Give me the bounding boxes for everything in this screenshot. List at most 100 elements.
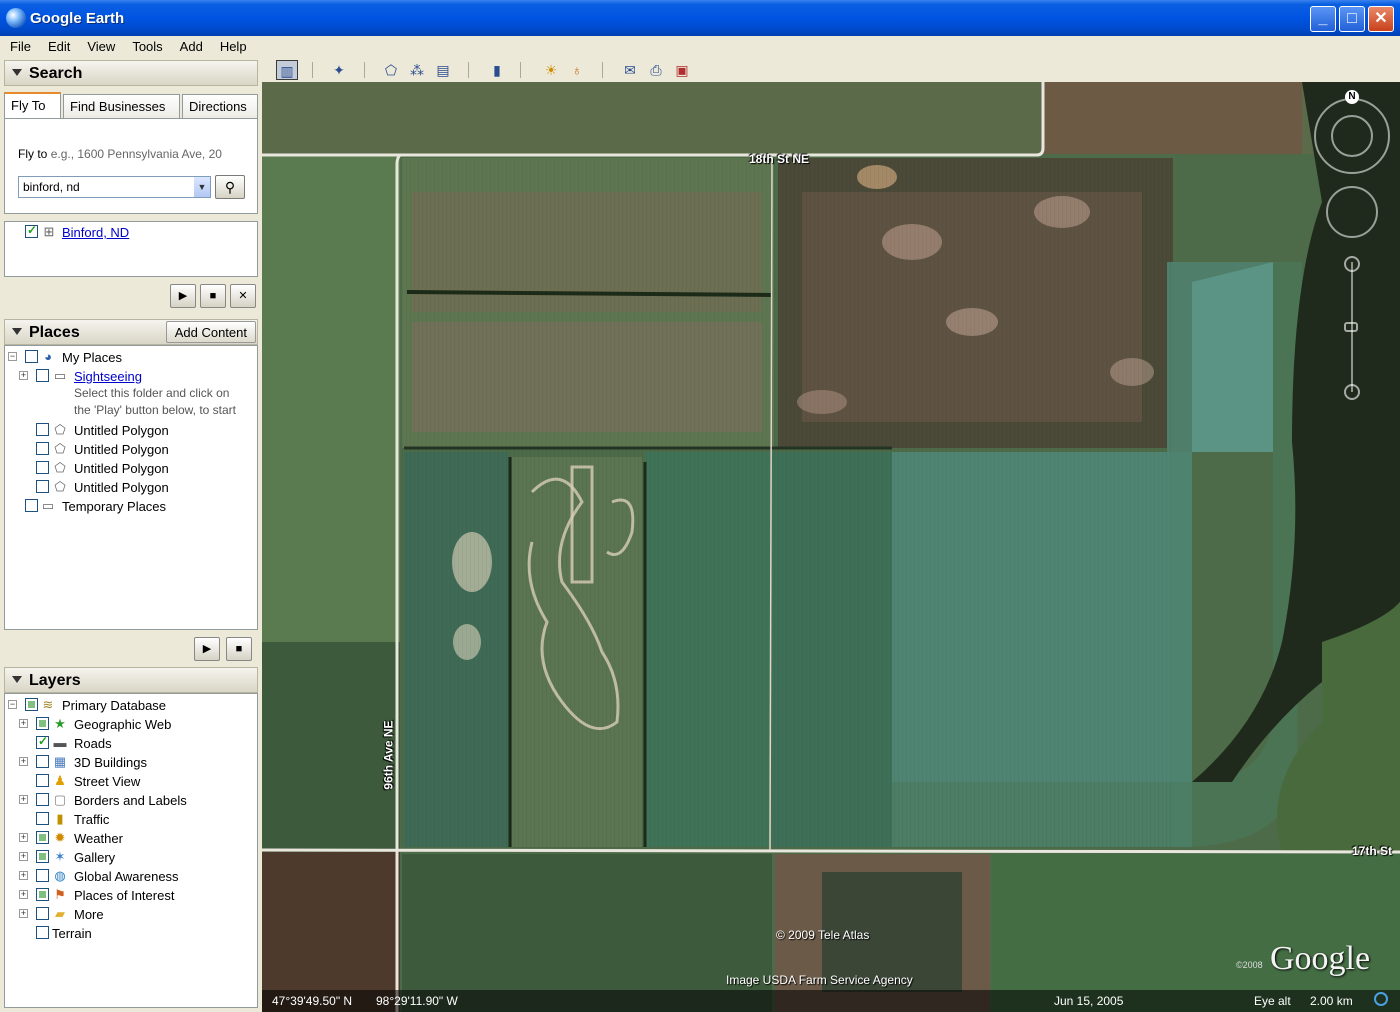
sightseeing-link[interactable]: Sightseeing xyxy=(74,369,142,384)
temporary-places-checkbox[interactable] xyxy=(25,499,38,512)
search-button[interactable]: ⚲ xyxy=(215,175,245,199)
polygon-checkbox[interactable] xyxy=(36,423,49,436)
layer-item-global-awareness[interactable]: + ◍ Global Awareness xyxy=(5,867,255,886)
print-icon[interactable]: ⎙ xyxy=(645,60,667,80)
menu-view[interactable]: View xyxy=(77,36,122,54)
search-result-item[interactable]: ⊞ Binford, ND xyxy=(5,223,255,242)
menu-add[interactable]: Add xyxy=(170,36,210,54)
tab-fly-to[interactable]: Fly To xyxy=(4,92,61,119)
expand-icon[interactable]: + xyxy=(19,871,28,880)
tree-item-my-places[interactable]: − ◕ My Places xyxy=(5,348,255,367)
sunlight-icon[interactable]: ☀ xyxy=(540,60,562,80)
maximize-button[interactable]: □ xyxy=(1339,6,1365,32)
tree-item-sightseeing[interactable]: + ▭ Sightseeing xyxy=(5,367,255,386)
tree-item-polygon[interactable]: ⬠ Untitled Polygon xyxy=(5,440,255,459)
image-overlay-icon[interactable]: ▤ xyxy=(432,60,454,80)
menu-help[interactable]: Help xyxy=(210,36,254,54)
planet-icon[interactable]: ♁ xyxy=(566,60,588,80)
clear-icon[interactable]: ✕ xyxy=(230,284,256,308)
layer-item-roads[interactable]: ▬ Roads xyxy=(5,734,255,753)
expand-icon[interactable]: + xyxy=(19,757,28,766)
tab-find-businesses[interactable]: Find Businesses xyxy=(63,94,180,118)
polygon-checkbox[interactable] xyxy=(36,461,49,474)
layer-item-street-view[interactable]: ♟ Street View xyxy=(5,772,255,791)
north-indicator[interactable]: N xyxy=(1345,90,1359,104)
expand-icon[interactable]: + xyxy=(19,719,28,728)
minimize-button[interactable]: _ xyxy=(1310,6,1336,32)
layer-item-traffic[interactable]: ▮ Traffic xyxy=(5,810,255,829)
expand-icon[interactable]: + xyxy=(19,890,28,899)
sun-icon: ✹ xyxy=(54,830,66,845)
layer-item-geographic-web[interactable]: + ★ Geographic Web xyxy=(5,715,255,734)
layer-item-weather[interactable]: + ✹ Weather xyxy=(5,829,255,848)
stop-icon[interactable]: ■ xyxy=(200,284,226,308)
layer-checkbox[interactable] xyxy=(36,869,49,882)
add-path-icon[interactable]: ⁂ xyxy=(406,60,428,80)
ruler-icon[interactable]: ▮ xyxy=(486,60,508,80)
polygon-checkbox[interactable] xyxy=(36,442,49,455)
expand-icon[interactable]: + xyxy=(19,852,28,861)
collapse-icon[interactable]: − xyxy=(8,700,17,709)
result-checkbox[interactable] xyxy=(25,223,38,238)
menu-file[interactable]: File xyxy=(0,36,38,54)
chevron-down-icon[interactable]: ▼ xyxy=(194,177,210,197)
tree-item-polygon[interactable]: ⬠ Untitled Polygon xyxy=(5,421,255,440)
add-placemark-icon[interactable]: ✦ xyxy=(328,60,350,80)
expand-icon[interactable]: + xyxy=(19,909,28,918)
layer-item-places-of-interest[interactable]: + ⚑ Places of Interest xyxy=(5,886,255,905)
terrain-checkbox[interactable] xyxy=(36,926,49,939)
sightseeing-checkbox[interactable] xyxy=(36,369,49,382)
layer-checkbox[interactable] xyxy=(36,755,49,768)
google-maps-icon[interactable]: ▣ xyxy=(671,60,693,80)
tree-item-polygon[interactable]: ⬠ Untitled Polygon xyxy=(5,478,255,497)
search-panel-header[interactable]: Search xyxy=(4,60,258,86)
layer-checkbox[interactable] xyxy=(36,774,49,787)
layer-checkbox[interactable] xyxy=(36,831,49,844)
tree-item-terrain[interactable]: Terrain xyxy=(5,924,255,943)
zoom-in-icon[interactable] xyxy=(1344,256,1360,272)
map-view[interactable]: 18th St NE 96th Ave NE 17th St © 2009 Te… xyxy=(262,82,1400,1012)
menu-tools[interactable]: Tools xyxy=(122,36,169,54)
primary-database-checkbox[interactable] xyxy=(25,698,38,711)
places-panel-header[interactable]: Places Add Content xyxy=(4,319,258,345)
close-button[interactable]: ✕ xyxy=(1368,6,1394,32)
layer-checkbox[interactable] xyxy=(36,793,49,806)
layer-checkbox[interactable] xyxy=(36,717,49,730)
layer-checkbox[interactable] xyxy=(36,734,49,749)
play-icon[interactable]: ▶ xyxy=(194,637,220,661)
result-link[interactable]: Binford, ND xyxy=(62,225,129,240)
menu-edit[interactable]: Edit xyxy=(38,36,77,54)
layer-checkbox[interactable] xyxy=(36,907,49,920)
expand-icon[interactable]: + xyxy=(19,371,28,380)
tree-item-primary-database[interactable]: − ≋ Primary Database xyxy=(5,696,255,715)
layer-item-3d-buildings[interactable]: + ▦ 3D Buildings xyxy=(5,753,255,772)
move-joystick[interactable] xyxy=(1326,186,1378,238)
fly-to-input[interactable]: binford, nd ▼ xyxy=(18,176,211,198)
stop-icon[interactable]: ■ xyxy=(226,637,252,661)
add-content-button[interactable]: Add Content xyxy=(165,321,256,343)
polygon-checkbox[interactable] xyxy=(36,480,49,493)
expand-icon[interactable]: + xyxy=(19,795,28,804)
tree-item-temporary-places[interactable]: ▭ Temporary Places xyxy=(5,497,255,516)
layer-item-gallery[interactable]: + ✶ Gallery xyxy=(5,848,255,867)
collapse-triangle-icon xyxy=(12,676,22,683)
sidebar-toggle-icon[interactable]: ▥ xyxy=(276,60,298,80)
email-icon[interactable]: ✉ xyxy=(619,60,641,80)
border-icon: ▢ xyxy=(53,792,67,807)
layer-checkbox[interactable] xyxy=(36,812,49,825)
look-joystick[interactable] xyxy=(1331,115,1373,157)
tab-directions[interactable]: Directions xyxy=(182,94,258,118)
expand-icon[interactable]: + xyxy=(19,833,28,842)
tree-item-polygon[interactable]: ⬠ Untitled Polygon xyxy=(5,459,255,478)
layer-checkbox[interactable] xyxy=(36,850,49,863)
layers-panel-header[interactable]: Layers xyxy=(4,667,258,693)
layer-item-borders-and-labels[interactable]: + ▢ Borders and Labels xyxy=(5,791,255,810)
layer-item-more[interactable]: + ▰ More xyxy=(5,905,255,924)
zoom-slider-handle[interactable] xyxy=(1344,322,1358,332)
my-places-checkbox[interactable] xyxy=(25,350,38,363)
collapse-icon[interactable]: − xyxy=(8,352,17,361)
zoom-out-icon[interactable] xyxy=(1344,384,1360,400)
play-icon[interactable]: ▶ xyxy=(170,284,196,308)
add-polygon-icon[interactable]: ⬠ xyxy=(380,60,402,80)
layer-checkbox[interactable] xyxy=(36,888,49,901)
